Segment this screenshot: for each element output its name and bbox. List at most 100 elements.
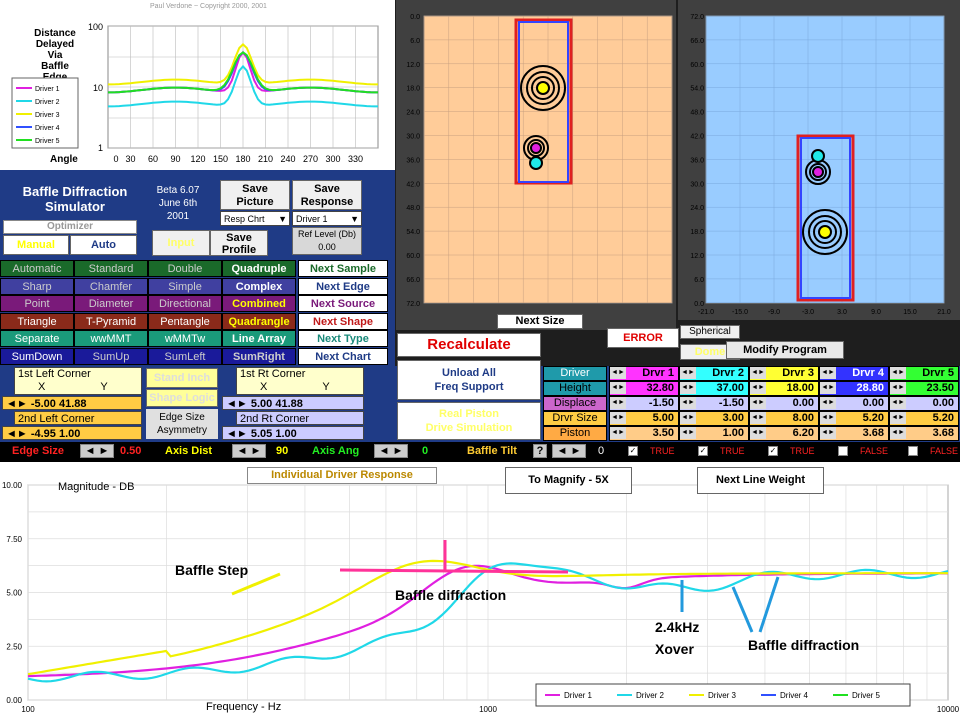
left2-values[interactable]: ◄► -4.95 1.00: [2, 426, 142, 440]
driver-select[interactable]: Driver 1 ▼: [292, 211, 362, 226]
option-standard[interactable]: Standard: [74, 260, 148, 277]
flag-label: FALSE: [930, 446, 959, 456]
shape-logic-button[interactable]: Shape Logic: [146, 389, 218, 407]
r2y-value: 1.00: [275, 428, 297, 440]
stepper-icon[interactable]: ◄►: [610, 412, 626, 424]
option-sumup[interactable]: SumUp: [74, 347, 148, 365]
unload-freq-button[interactable]: Unload All Freq Support: [397, 360, 541, 400]
real-piston-button[interactable]: Real Piston Drive Simulation: [397, 402, 541, 440]
next-line-weight-button[interactable]: Next Line Weight: [697, 467, 824, 494]
option-wwmmt[interactable]: wwMMT: [74, 330, 148, 347]
flag-checkbox[interactable]: ✓: [768, 446, 778, 456]
flag-checkbox[interactable]: ✓: [698, 446, 708, 456]
next-size-button[interactable]: Next Size: [497, 314, 583, 329]
option-sumdown[interactable]: SumDown: [0, 347, 74, 365]
option-quadrangle[interactable]: Quadrangle: [222, 312, 296, 330]
axis-ang-stepper[interactable]: ◄ ►: [374, 444, 408, 458]
option-pentangle[interactable]: Pentangle: [148, 312, 222, 330]
left1-values[interactable]: ◄► -5.00 41.88: [2, 396, 142, 410]
option-wmmtw[interactable]: wMMTw: [148, 330, 222, 347]
flag-checkbox[interactable]: [908, 446, 918, 456]
stepper-icon[interactable]: ◄►: [610, 397, 626, 409]
option-combined[interactable]: Combined: [222, 295, 296, 312]
stepper-icon[interactable]: ◄►: [890, 367, 906, 379]
option-point[interactable]: Point: [0, 295, 74, 312]
angle-xtick: 210: [258, 154, 273, 164]
option-sharp[interactable]: Sharp: [0, 277, 74, 295]
stepper-icon[interactable]: ◄►: [890, 412, 906, 424]
freq-xlabel: Frequency - Hz: [206, 701, 281, 713]
view-ytick: 12.0: [406, 62, 420, 69]
stepper-icon[interactable]: ◄►: [610, 367, 626, 379]
manual-button[interactable]: Manual: [3, 235, 69, 255]
option-separate[interactable]: Separate: [0, 330, 74, 347]
stepper-icon[interactable]: ◄►: [680, 412, 696, 424]
input-button[interactable]: Input: [152, 230, 210, 256]
stepper-icon[interactable]: ◄►: [680, 382, 696, 394]
stepper-icon[interactable]: ◄►: [820, 427, 836, 439]
stepper-icon[interactable]: ◄►: [750, 367, 766, 379]
option-directional[interactable]: Directional: [148, 295, 222, 312]
individual-driver-button[interactable]: Individual Driver Response: [247, 467, 437, 484]
stepper-icon[interactable]: ◄►: [610, 427, 626, 439]
baffle-side-view: 72.0 66.0 60.0 54.0 48.0 42.0 36.0 30.0 24.0 18.0…: [678, 0, 960, 320]
annotation-baffle-step: Baffle Step: [175, 562, 248, 578]
flag-checkbox[interactable]: [838, 446, 848, 456]
stepper-icon[interactable]: ◄►: [820, 412, 836, 424]
flag-label: TRUE: [650, 446, 675, 456]
option-line-array[interactable]: Line Array: [222, 330, 296, 347]
stepper-icon[interactable]: ◄►: [750, 382, 766, 394]
next-shape-button[interactable]: Next Shape: [298, 312, 388, 330]
next-type-button[interactable]: Next Type: [298, 330, 388, 347]
stepper-icon[interactable]: ◄►: [890, 427, 906, 439]
next-auto-button[interactable]: Next Sample: [298, 260, 388, 277]
axis-dist-stepper[interactable]: ◄ ►: [232, 444, 266, 458]
save-profile-button[interactable]: Save Profile: [210, 230, 268, 256]
stepper-icon[interactable]: ◄►: [680, 397, 696, 409]
stepper-icon[interactable]: ◄►: [750, 427, 766, 439]
stepper-icon[interactable]: ◄►: [610, 382, 626, 394]
modify-program-button[interactable]: Modify Program: [726, 341, 844, 359]
stepper-icon[interactable]: ◄►: [750, 412, 766, 424]
view-ytick: 66.0: [690, 38, 704, 45]
stepper-icon[interactable]: ◄►: [680, 427, 696, 439]
stepper-icon[interactable]: ◄►: [820, 382, 836, 394]
save-picture-button[interactable]: Save Picture: [220, 180, 290, 210]
option-automatic[interactable]: Automatic: [0, 260, 74, 277]
option-diameter[interactable]: Diameter: [74, 295, 148, 312]
option-t-pyramid[interactable]: T-Pyramid: [74, 312, 148, 330]
spherical-button[interactable]: Spherical: [680, 325, 740, 339]
option-sumleft[interactable]: SumLeft: [148, 347, 222, 365]
resp-chart-select[interactable]: Resp Chrt ▼: [220, 211, 290, 226]
stepper-icon[interactable]: ◄►: [820, 367, 836, 379]
next-source-button[interactable]: Next Source: [298, 295, 388, 312]
stepper-icon[interactable]: ◄►: [680, 367, 696, 379]
l2x-value: -4.95: [30, 428, 56, 440]
option-simple[interactable]: Simple: [148, 277, 222, 295]
option-complex[interactable]: Complex: [222, 277, 296, 295]
recalculate-button[interactable]: Recalculate: [397, 333, 541, 357]
stepper-icon[interactable]: ◄►: [890, 382, 906, 394]
auto-button[interactable]: Auto: [70, 235, 137, 255]
next-edge-button[interactable]: Next Edge: [298, 277, 388, 295]
next-chart-button[interactable]: Next Chart: [298, 347, 388, 365]
baffle-tilt-stepper[interactable]: ◄ ►: [552, 444, 586, 458]
magnify-button[interactable]: To Magnify - 5X: [505, 467, 632, 494]
flag-checkbox[interactable]: ✓: [628, 446, 638, 456]
option-triangle[interactable]: Triangle: [0, 312, 74, 330]
angle-xtick: 180: [235, 154, 250, 164]
stepper-icon[interactable]: ◄►: [890, 397, 906, 409]
option-quadruple[interactable]: Quadruple: [222, 260, 296, 277]
option-chamfer[interactable]: Chamfer: [74, 277, 148, 295]
stepper-icon[interactable]: ◄►: [750, 397, 766, 409]
option-sumright[interactable]: SumRight: [222, 347, 296, 365]
r2x-value: 5.05: [250, 428, 273, 440]
right1-values[interactable]: ◄► 5.00 41.88: [222, 396, 364, 410]
right2-values[interactable]: ◄► 5.05 1.00: [222, 426, 364, 440]
help-button[interactable]: ?: [533, 444, 547, 458]
save-response-button[interactable]: Save Response: [292, 180, 362, 210]
edge-size-stepper[interactable]: ◄ ►: [80, 444, 114, 458]
option-double[interactable]: Double: [148, 260, 222, 277]
stand-inch-button[interactable]: Stand Inch: [146, 368, 218, 388]
stepper-icon[interactable]: ◄►: [820, 397, 836, 409]
